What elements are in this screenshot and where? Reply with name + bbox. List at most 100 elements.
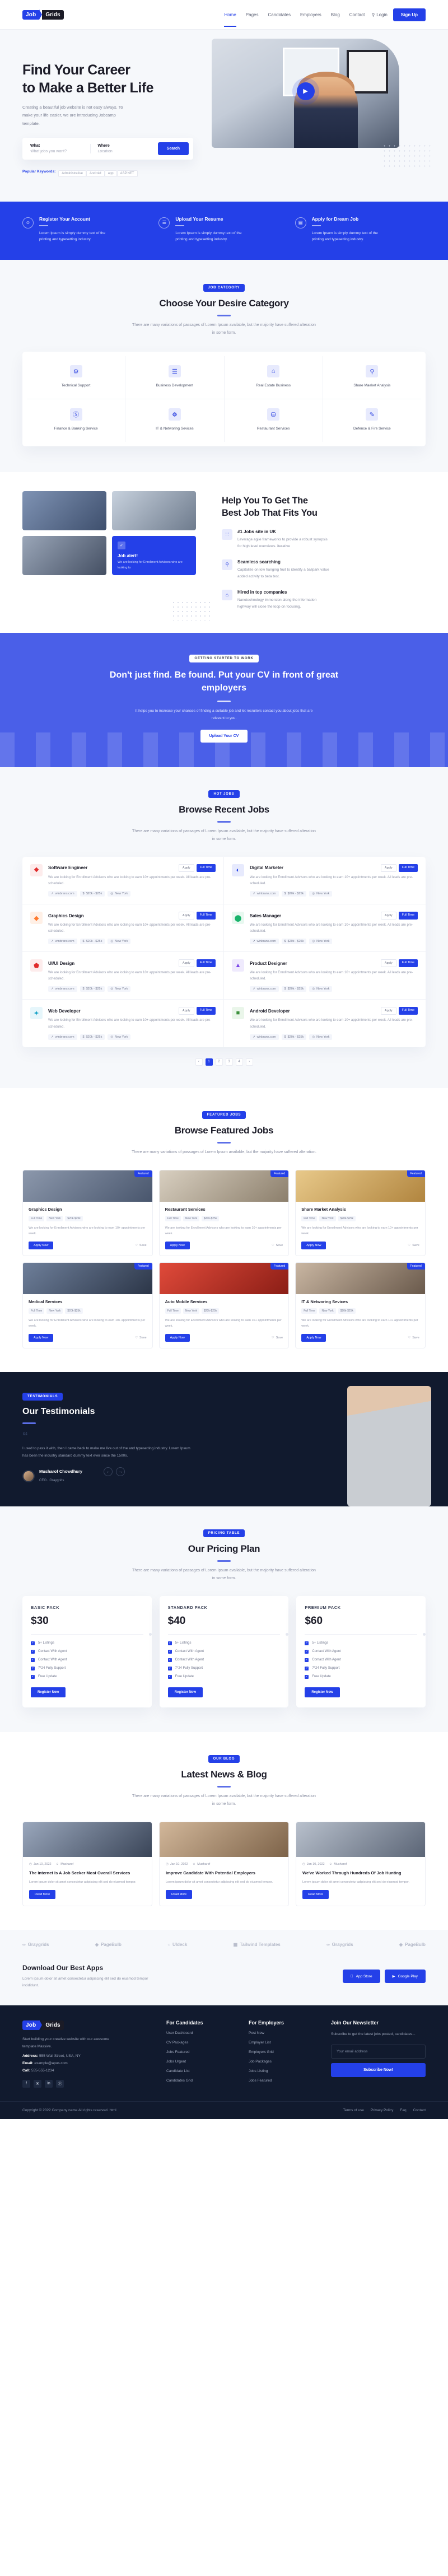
featured-job-card[interactable]: Featured Graphics Design Full Time New York… [22,1169,153,1256]
footer-bottom-link[interactable]: Privacy Policy [371,2108,393,2112]
upload-cv-button[interactable]: Upload Your CV [200,729,248,743]
footer-bottom-link[interactable]: Contact [413,2108,426,2112]
footer-bottom-link[interactable]: Faq [400,2108,406,2112]
footer-link-candidates[interactable]: Jobs Featured [166,2050,236,2054]
popular-keyword-tag[interactable]: Administrative [58,170,86,177]
job-card[interactable]: ◆ Graphics Design Apply Full Time We are loo… [22,904,224,953]
job-card[interactable]: ✦ Web Developer Apply Full Time We are looki… [22,1000,224,1047]
save-job-button[interactable]: ♡ Save [408,1336,419,1340]
apply-button[interactable]: Apply [178,959,194,968]
popular-keyword-tag[interactable]: ASP.NET [116,170,138,177]
save-job-button[interactable]: ♡ Save [135,1336,146,1340]
blog-card[interactable]: ◷ Jan 10, 2022 ☺ Musharof The Internet Is A … [22,1821,152,1907]
page-button[interactable]: 4 [235,1058,243,1066]
login-button[interactable]: ⚲ Login [371,12,387,17]
nav-item-candidates[interactable]: Candidates [268,12,290,17]
app-store-button[interactable]: App Store [342,1970,380,1984]
featured-job-card[interactable]: Featured Medical Services Full Time New Yor… [22,1262,153,1349]
footer-link-employers[interactable]: Jobs Featured [249,2079,319,2083]
category-item[interactable]: ⛁ Restaurant Services [223,399,323,442]
linkedin-icon[interactable]: in [45,2079,53,2088]
job-alert-card[interactable]: ✓ Job alert! We are looking for Enrollme… [112,536,196,576]
signup-button[interactable]: Sign Up [393,8,426,21]
read-more-button[interactable]: Read More [302,1890,329,1900]
job-card[interactable]: ⬤ Sales Manager Apply Full Time We are looki… [224,904,426,953]
apply-now-button[interactable]: Apply Now [29,1334,54,1342]
footer-link-employers[interactable]: Employer List [249,2041,319,2045]
apply-now-button[interactable]: Apply Now [165,1334,190,1342]
featured-job-card[interactable]: Featured Restaurant Services Full Time New … [158,1169,290,1256]
nav-item-contact[interactable]: Contact [349,12,365,17]
apply-now-button[interactable]: Apply Now [301,1334,326,1342]
read-more-button[interactable]: Read More [166,1890,193,1900]
nav-item-pages[interactable]: Pages [246,12,259,17]
category-item[interactable]: ⚙ Technical Support [27,356,125,399]
popular-keyword-tag[interactable]: Android [86,170,105,177]
save-job-button[interactable]: ♡ Save [408,1244,419,1247]
job-card[interactable]: ◐ Digital Marketer Apply Full Time We are lo… [224,857,426,905]
search-where-field[interactable]: Where Location [90,143,157,153]
apply-button[interactable]: Apply [178,912,194,920]
register-button[interactable]: Register Now [31,1687,66,1697]
next-arrow-icon[interactable]: → [116,1467,125,1477]
register-button[interactable]: Register Now [305,1687,340,1697]
footer-link-candidates[interactable]: Jobs Urgent [166,2060,236,2064]
footer-link-candidates[interactable]: Candidates Grid [166,2079,236,2083]
featured-job-card[interactable]: Featured Share Market Analysis Full Time Ne… [295,1169,426,1256]
category-item[interactable]: ⌂ Real Estate Business [223,356,323,399]
job-card[interactable]: ■ Android Developer Apply Full Time We are l… [224,1000,426,1047]
category-item[interactable]: ☸ IT & Networing Sevices [125,399,223,442]
footer-link-candidates[interactable]: CV Packages [166,2041,236,2045]
nav-item-employers[interactable]: Employers [300,12,321,17]
apply-button[interactable]: Apply [380,864,396,872]
play-video-button[interactable]: ▶ [296,82,315,100]
page-button[interactable]: ‹ [195,1058,203,1066]
twitter-icon[interactable]: ✉ [34,2079,41,2088]
category-item[interactable]: ✎ Defence & Fire Service [322,399,421,442]
apply-now-button[interactable]: Apply Now [301,1242,326,1249]
register-button[interactable]: Register Now [167,1687,203,1697]
apply-now-button[interactable]: Apply Now [165,1242,190,1249]
footer-link-candidates[interactable]: User Dashboard [166,2031,236,2035]
search-what-field[interactable]: What What jobs you want? [30,144,90,153]
footer-bottom-link[interactable]: Terms of use [343,2108,364,2112]
job-card[interactable]: ❖ Software Engineer Apply Full Time We are l… [22,856,224,905]
site-logo[interactable]: Job Grids [22,10,64,20]
newsletter-email-input[interactable]: Your email address [331,2044,426,2059]
apply-now-button[interactable]: Apply Now [29,1242,54,1249]
footer-link-employers[interactable]: Job Packages [249,2060,319,2064]
search-button[interactable]: Search [157,142,189,155]
featured-job-card[interactable]: Featured IT & Networing Sevices Full Time N… [295,1262,426,1349]
nav-item-home[interactable]: Home [224,12,237,27]
category-item[interactable]: ☰ Business Development [125,356,223,399]
apply-button[interactable]: Apply [178,1007,194,1015]
category-item[interactable]: Ⓢ Finance & Banking Service [27,399,125,442]
apply-button[interactable]: Apply [178,864,194,872]
pinterest-icon[interactable]: ⓟ [56,2079,64,2088]
category-item[interactable]: ⚲ Share Maeket Analysis [322,356,421,399]
popular-keyword-tag[interactable]: app [104,170,117,177]
footer-link-employers[interactable]: Employers Grid [249,2050,319,2054]
save-job-button[interactable]: ♡ Save [135,1244,146,1247]
prev-arrow-icon[interactable]: ← [104,1467,113,1477]
job-card[interactable]: ▲ Product Designer Apply Full Time We are lo… [224,952,426,1000]
save-job-button[interactable]: ♡ Save [272,1336,283,1340]
page-button[interactable]: › [245,1058,253,1066]
apply-button[interactable]: Apply [380,959,396,968]
email-value[interactable]: example@apus.com [34,2061,67,2065]
app-store-button[interactable]: ▶ Google Play [384,1970,426,1984]
job-card[interactable]: ⬟ UI/UI Design Apply Full Time We are lookin… [22,952,224,1000]
apply-button[interactable]: Apply [380,1007,396,1015]
page-button[interactable]: 1 [205,1058,213,1066]
footer-logo[interactable]: Job Grids [22,2020,154,2031]
featured-job-card[interactable]: Featured Auto Mobile Services Full Time New… [158,1262,290,1349]
footer-link-employers[interactable]: Post New [249,2031,319,2035]
facebook-icon[interactable]: f [22,2079,30,2088]
blog-card[interactable]: ◷ Jan 10, 2022 ☺ Musharof We've Worked Throu… [296,1821,426,1907]
page-button[interactable]: 3 [225,1058,233,1066]
apply-button[interactable]: Apply [380,912,396,920]
subscribe-button[interactable]: Subscribe Now! [331,2062,426,2077]
nav-item-blog[interactable]: Blog [331,12,340,17]
footer-link-employers[interactable]: Jobs Listing [249,2069,319,2073]
save-job-button[interactable]: ♡ Save [272,1244,283,1247]
